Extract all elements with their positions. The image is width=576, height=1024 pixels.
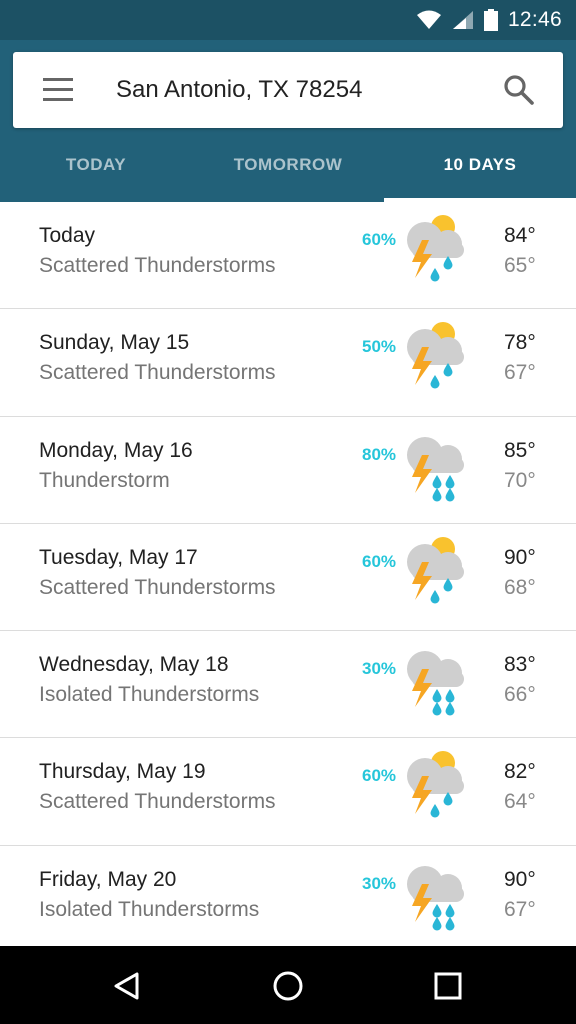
navigation-bar [0, 946, 576, 1024]
tab-tomorrow[interactable]: TOMORROW [192, 140, 384, 202]
low-temp: 65° [504, 254, 536, 277]
tab-today[interactable]: TODAY [0, 140, 192, 202]
day-label: Thursday, May 19 [39, 760, 206, 784]
day-label: Sunday, May 15 [39, 331, 190, 355]
day-label: Today [39, 224, 96, 247]
menu-icon[interactable] [41, 78, 75, 102]
condition-label: Isolated Thunderstorms [39, 683, 260, 707]
forecast-row[interactable]: Sunday, May 15 Scattered Thunderstorms 50%… [0, 309, 576, 417]
low-temp: 67° [504, 897, 536, 921]
day-label: Monday, May 16 [39, 438, 193, 462]
thunderstorm-icon [402, 641, 470, 717]
precip-chance: 80% [362, 444, 397, 464]
forecast-row[interactable]: Monday, May 16 Thunderstorm 80% 85° 70° [0, 417, 576, 524]
condition-label: Thunderstorm [39, 468, 170, 492]
forecast-list[interactable]: Today Scattered Thunderstorms 60% 84° 65° Sun… [0, 202, 576, 946]
status-bar: 12:46 [0, 0, 576, 40]
back-icon[interactable] [107, 966, 147, 1006]
forecast-row[interactable]: Friday, May 20 Isolated Thunderstorms 30% 9… [0, 846, 576, 946]
high-temp: 85° [504, 438, 536, 462]
battery-icon [483, 9, 498, 31]
precip-chance: 30% [362, 659, 397, 679]
search-bar[interactable]: San Antonio, TX 78254 [13, 52, 563, 128]
condition-label: Scattered Thunderstorms [39, 575, 276, 599]
day-label: Tuesday, May 17 [39, 545, 198, 569]
low-temp: 66° [504, 683, 536, 707]
condition-label: Scattered Thunderstorms [39, 254, 276, 277]
precip-chance: 60% [362, 551, 397, 571]
high-temp: 83° [504, 653, 536, 677]
forecast-row[interactable]: Wednesday, May 18 Isolated Thunderstorms 3… [0, 631, 576, 739]
search-icon[interactable] [503, 74, 535, 106]
recents-icon[interactable] [428, 966, 468, 1006]
home-icon[interactable] [268, 966, 308, 1006]
scattered-thunderstorms-icon [402, 748, 470, 824]
condition-label: Scattered Thunderstorms [39, 790, 276, 814]
high-temp: 82° [504, 760, 536, 784]
low-temp: 68° [504, 575, 536, 599]
cell-signal-icon [452, 11, 473, 29]
scattered-thunderstorms-icon [402, 212, 470, 288]
status-time: 12:46 [507, 8, 562, 31]
precip-chance: 60% [362, 230, 397, 249]
condition-label: Isolated Thunderstorms [39, 897, 260, 921]
status-icons: 12:46 [416, 8, 562, 32]
precip-chance: 50% [362, 337, 397, 357]
day-label: Friday, May 20 [39, 867, 177, 891]
precip-chance: 30% [362, 873, 397, 893]
thunderstorm-icon [402, 856, 470, 932]
precip-chance: 60% [362, 766, 397, 786]
forecast-row[interactable]: Thursday, May 19 Scattered Thunderstorms 6… [0, 738, 576, 846]
scattered-thunderstorms-icon [402, 534, 470, 610]
condition-label: Scattered Thunderstorms [39, 361, 276, 385]
low-temp: 70° [504, 468, 536, 492]
location-text[interactable]: San Antonio, TX 78254 [116, 76, 362, 104]
scattered-thunderstorms-icon [402, 319, 470, 395]
tab-10-days[interactable]: 10 DAYS [384, 140, 576, 202]
thunderstorm-icon [402, 427, 470, 503]
forecast-row[interactable]: Today Scattered Thunderstorms 60% 84° 65° [0, 202, 576, 310]
day-label: Wednesday, May 18 [39, 653, 229, 677]
high-temp: 90° [504, 867, 536, 891]
wifi-icon [416, 10, 441, 29]
high-temp: 84° [504, 224, 536, 247]
app-header: San Antonio, TX 78254 TODAY TOMORROW 10 … [0, 40, 576, 202]
low-temp: 64° [504, 790, 536, 814]
high-temp: 78° [504, 331, 536, 355]
high-temp: 90° [504, 545, 536, 569]
tab-bar: TODAY TOMORROW 10 DAYS [0, 140, 576, 202]
low-temp: 67° [504, 361, 536, 385]
forecast-row[interactable]: Tuesday, May 17 Scattered Thunderstorms 60… [0, 524, 576, 632]
